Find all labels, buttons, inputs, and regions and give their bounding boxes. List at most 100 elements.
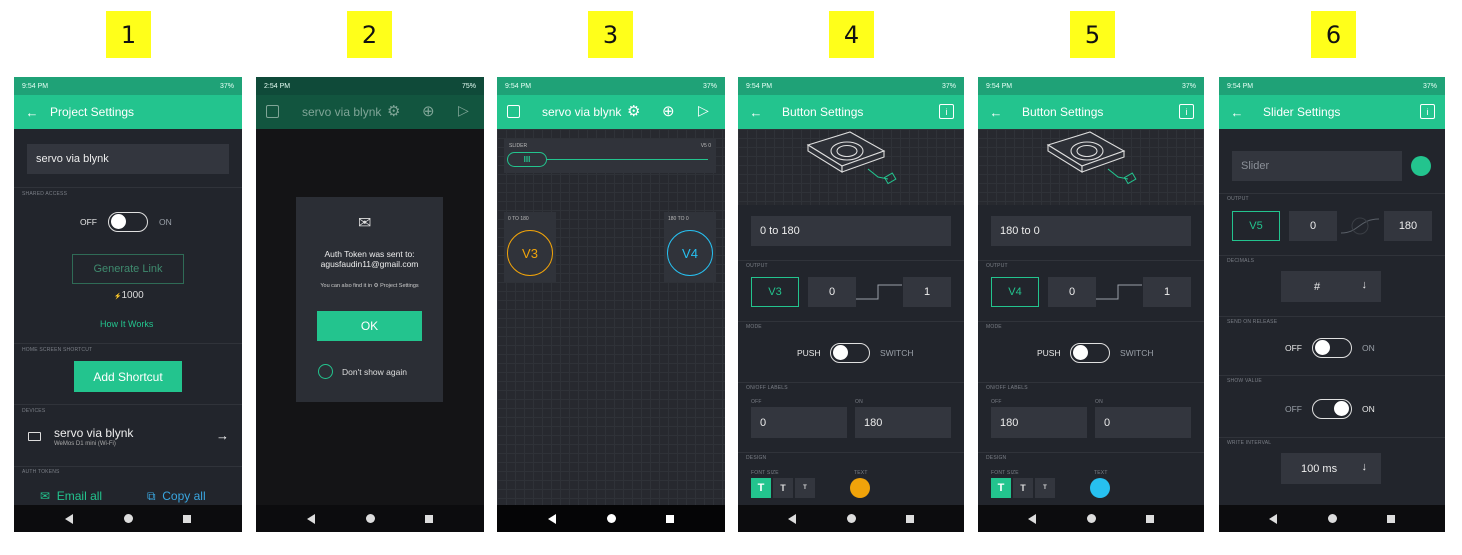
back-arrow-icon[interactable]: ← bbox=[738, 105, 774, 120]
app-bar: ← Project Settings bbox=[14, 95, 242, 129]
play-icon[interactable]: ▷ bbox=[698, 102, 709, 119]
output-min-input[interactable]: 0 bbox=[808, 277, 856, 307]
text-color-swatch[interactable] bbox=[850, 478, 870, 498]
status-time: 9:54 PM bbox=[1227, 82, 1254, 90]
nav-recents-icon[interactable] bbox=[1386, 514, 1395, 523]
play-icon[interactable]: ▷ bbox=[458, 102, 469, 119]
off-label-input[interactable]: 0 bbox=[751, 407, 847, 438]
nav-home-icon[interactable] bbox=[606, 514, 616, 523]
widget-box-icon[interactable] bbox=[507, 105, 520, 118]
copy-icon: ⧉ bbox=[147, 489, 156, 503]
app-bar: ← Button Settings i bbox=[978, 95, 1204, 129]
on-label-input[interactable]: 180 bbox=[855, 407, 951, 438]
slider-widget[interactable]: SLIDER V5 0 III bbox=[504, 139, 716, 173]
mode-toggle[interactable] bbox=[830, 343, 870, 363]
decimals-dropdown[interactable]: # ↓ bbox=[1281, 271, 1381, 302]
push-label: PUSH bbox=[1037, 348, 1061, 358]
nav-home-icon[interactable] bbox=[1086, 514, 1096, 523]
font-size-medium[interactable]: T bbox=[773, 478, 793, 498]
info-icon[interactable]: i bbox=[939, 104, 954, 119]
pin-selector[interactable]: V4 bbox=[991, 277, 1039, 307]
button-widget-v3[interactable]: 0 TO 180 V3 bbox=[504, 212, 556, 282]
output-range-line bbox=[1096, 284, 1142, 300]
back-arrow-icon[interactable]: ← bbox=[1219, 105, 1255, 120]
font-size-label: FONT SIZE bbox=[991, 470, 1019, 476]
dont-show-checkbox[interactable] bbox=[318, 364, 333, 379]
copy-all-button[interactable]: ⧉ Copy all bbox=[147, 489, 206, 504]
dont-show-label: Don't show again bbox=[342, 367, 407, 377]
nav-home-icon[interactable] bbox=[123, 514, 133, 523]
back-arrow-icon[interactable]: ← bbox=[14, 105, 50, 120]
pin-selector[interactable]: V3 bbox=[751, 277, 799, 307]
show-value-toggle[interactable] bbox=[1312, 399, 1352, 419]
switch-label: SWITCH bbox=[880, 348, 914, 358]
on-label-input[interactable]: 0 bbox=[1095, 407, 1191, 438]
step-badge-2: 2 bbox=[347, 11, 392, 58]
nav-recents-icon[interactable] bbox=[425, 514, 434, 523]
nav-recents-icon[interactable] bbox=[905, 514, 914, 523]
output-min-input[interactable]: 0 bbox=[1289, 211, 1337, 241]
font-size-small[interactable]: T bbox=[795, 478, 815, 498]
nav-back-icon[interactable] bbox=[788, 513, 797, 524]
mode-toggle[interactable] bbox=[1070, 343, 1110, 363]
project-name-input[interactable]: servo via blynk bbox=[27, 144, 229, 174]
add-shortcut-button[interactable]: Add Shortcut bbox=[74, 361, 182, 392]
output-min-input[interactable]: 0 bbox=[1048, 277, 1096, 307]
off-label-input[interactable]: 180 bbox=[991, 407, 1087, 438]
android-nav-bar bbox=[497, 505, 725, 532]
ok-button[interactable]: OK bbox=[317, 311, 422, 341]
output-max-input[interactable]: 1 bbox=[1143, 277, 1191, 307]
widget-name-input[interactable]: Slider bbox=[1232, 151, 1402, 181]
device-row[interactable]: servo via blynk WeMos D1 mini (Wi-Fi) → bbox=[14, 420, 242, 460]
step-badge-6: 6 bbox=[1311, 11, 1356, 58]
settings-icon[interactable]: ⚙ bbox=[627, 102, 640, 120]
widget-name-input[interactable]: 0 to 180 bbox=[751, 216, 951, 246]
battery-level: 37% bbox=[1181, 82, 1196, 90]
canvas-grid bbox=[497, 129, 725, 505]
shared-access-toggle[interactable] bbox=[108, 212, 148, 232]
email-all-button[interactable]: ✉ Email all bbox=[40, 489, 102, 503]
widget-box-icon[interactable] bbox=[266, 105, 279, 118]
nav-recents-icon[interactable] bbox=[183, 514, 192, 523]
nav-back-icon[interactable] bbox=[64, 513, 73, 524]
app-bar: servo via blynk ⚙ ⊕ ▷ bbox=[256, 95, 484, 129]
info-icon[interactable]: i bbox=[1420, 104, 1435, 119]
nav-recents-icon[interactable] bbox=[666, 514, 675, 523]
info-icon[interactable]: i bbox=[1179, 104, 1194, 119]
slider-label: SLIDER bbox=[509, 143, 528, 149]
button-widget-v4[interactable]: 180 TO 0 V4 bbox=[664, 212, 716, 282]
nav-home-icon[interactable] bbox=[1327, 514, 1337, 523]
nav-back-icon[interactable] bbox=[547, 513, 556, 524]
send-on-release-toggle[interactable] bbox=[1312, 338, 1352, 358]
font-size-large[interactable]: T bbox=[991, 478, 1011, 498]
nav-recents-icon[interactable] bbox=[1145, 514, 1154, 523]
project-title: servo via blynk bbox=[302, 105, 382, 119]
nav-home-icon[interactable] bbox=[846, 514, 856, 523]
font-size-large[interactable]: T bbox=[751, 478, 771, 498]
write-interval-dropdown[interactable]: 100 ms ↓ bbox=[1281, 453, 1381, 484]
battery-level: 37% bbox=[702, 82, 717, 90]
generate-link-button[interactable]: Generate Link bbox=[72, 254, 184, 284]
output-max-input[interactable]: 1 bbox=[903, 277, 951, 307]
nav-home-icon[interactable] bbox=[365, 514, 375, 523]
off-sub-label: OFF bbox=[751, 399, 762, 405]
text-color-swatch[interactable] bbox=[1090, 478, 1110, 498]
slider-handle[interactable]: III bbox=[507, 152, 547, 167]
font-size-small[interactable]: T bbox=[1035, 478, 1055, 498]
nav-back-icon[interactable] bbox=[1028, 513, 1037, 524]
how-it-works-link[interactable]: How It Works bbox=[100, 319, 153, 329]
output-max-input[interactable]: 180 bbox=[1384, 211, 1432, 241]
pin-selector[interactable]: V5 bbox=[1232, 211, 1280, 241]
settings-icon[interactable]: ⚙ bbox=[387, 102, 400, 120]
nav-back-icon[interactable] bbox=[1269, 513, 1278, 524]
add-icon[interactable]: ⊕ bbox=[662, 102, 675, 120]
back-arrow-icon[interactable]: ← bbox=[978, 105, 1014, 120]
button-illustration bbox=[806, 131, 897, 185]
home-shortcut-label: HOME SCREEN SHORTCUT bbox=[22, 347, 93, 353]
nav-back-icon[interactable] bbox=[306, 513, 315, 524]
add-icon[interactable]: ⊕ bbox=[422, 102, 435, 120]
color-swatch[interactable] bbox=[1411, 156, 1431, 176]
font-size-medium[interactable]: T bbox=[1013, 478, 1033, 498]
dialog-message: Auth Token was sent to: bbox=[324, 249, 415, 259]
widget-name-input[interactable]: 180 to 0 bbox=[991, 216, 1191, 246]
